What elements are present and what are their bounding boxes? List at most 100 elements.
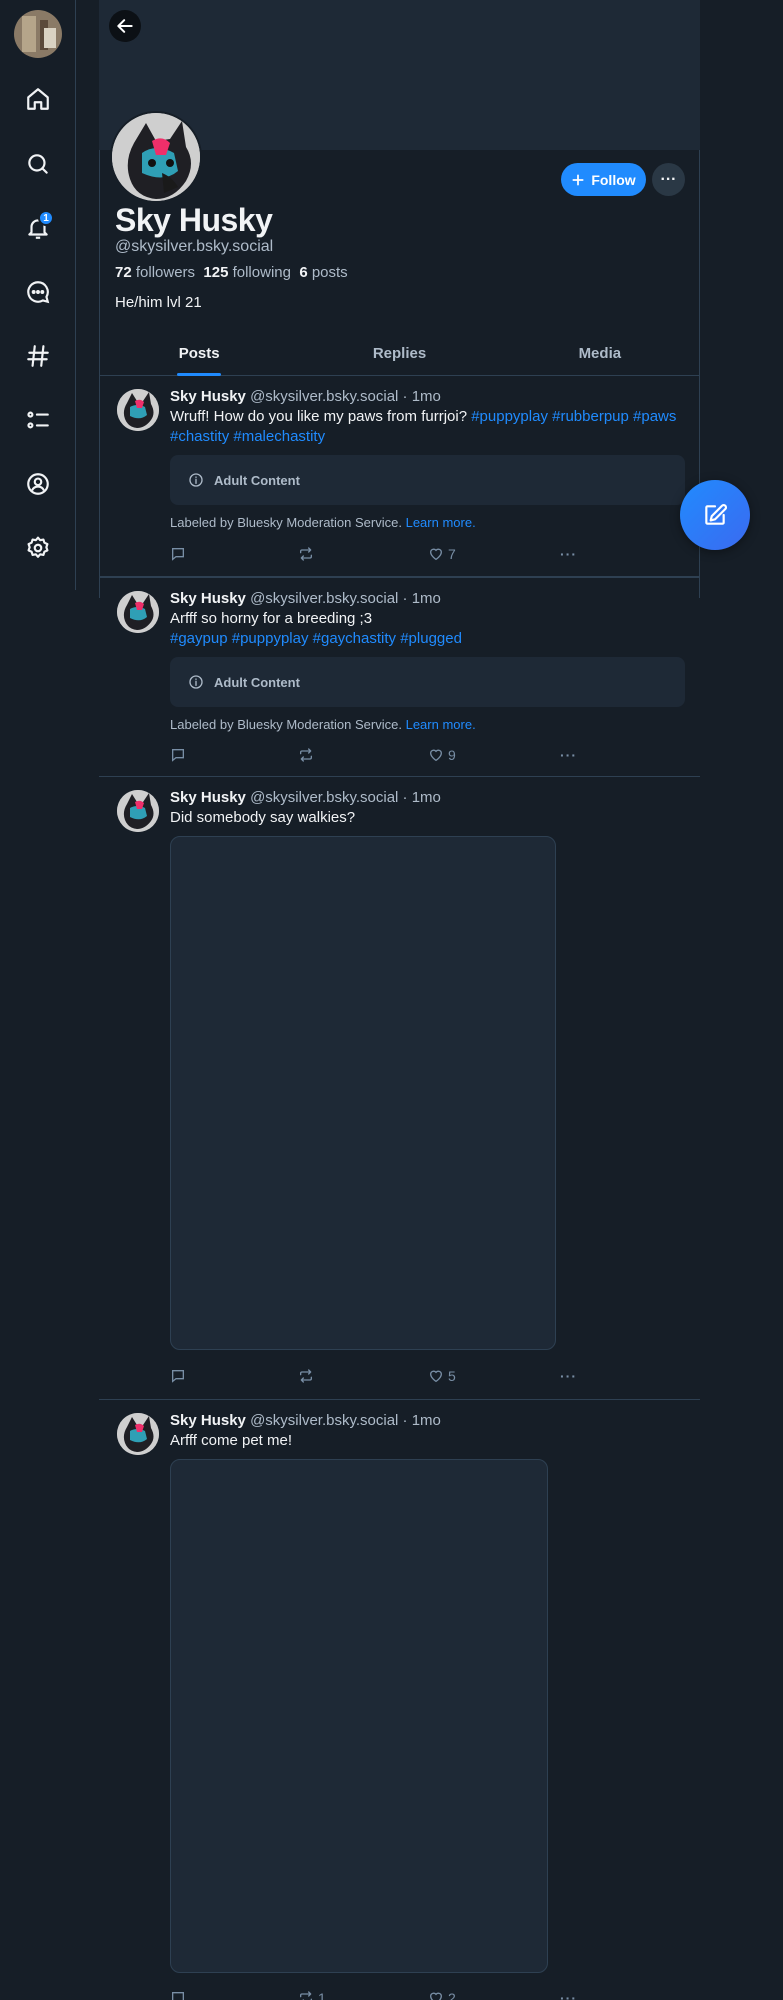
settings-gear-icon[interactable]	[20, 530, 56, 566]
post-text: Arfff come pet me!	[170, 1432, 292, 1449]
post-more-button[interactable]: ···	[560, 1990, 577, 2000]
hashtag-link[interactable]: #gaypup	[170, 630, 228, 647]
reply-icon	[172, 1370, 184, 1383]
followers-stat[interactable]: 72 followers	[115, 264, 195, 281]
current-user-avatar[interactable]	[14, 10, 62, 58]
post-author-avatar[interactable]	[117, 1413, 159, 1455]
post-author-name[interactable]: Sky Husky	[170, 590, 246, 607]
moderation-label-text: Labeled by Bluesky Moderation Service.	[170, 717, 402, 732]
learn-more-link[interactable]: Learn more.	[406, 717, 476, 732]
like-button[interactable]: 2	[428, 1990, 456, 2000]
follow-button-label: Follow	[591, 171, 636, 188]
reply-icon	[172, 548, 184, 561]
post-author-name[interactable]: Sky Husky	[170, 388, 246, 405]
moderation-label-note: Labeled by Bluesky Moderation Service. L…	[170, 717, 685, 732]
reply-icon	[172, 1992, 184, 2000]
like-count: 2	[448, 1990, 456, 2000]
post-author-name[interactable]: Sky Husky	[170, 1412, 246, 1429]
post-text: Wruff! How do you like my paws from furr…	[170, 407, 685, 447]
post-header: Sky Husky @skysilver.bsky.social · 1mo	[170, 1412, 685, 1429]
post-author-avatar[interactable]	[117, 389, 159, 431]
repost-button[interactable]: 1	[298, 1990, 326, 2000]
heart-icon	[429, 1992, 443, 2000]
notifications-icon[interactable]: 1	[20, 210, 56, 246]
post-header: Sky Husky @skysilver.bsky.social · 1mo	[170, 590, 685, 607]
reply-button[interactable]	[170, 1368, 186, 1384]
tab-posts[interactable]: Posts	[99, 332, 299, 375]
adult-content-warning[interactable]: Adult Content	[170, 455, 685, 505]
compose-post-button[interactable]	[680, 480, 750, 550]
hashtag-link[interactable]: #puppyplay	[471, 408, 548, 425]
following-stat[interactable]: 125 following	[203, 264, 291, 281]
feed-post[interactable]: Sky Husky @skysilver.bsky.social · 1mo D…	[99, 777, 700, 1400]
search-icon[interactable]	[20, 146, 56, 182]
posts-stat: 6 posts	[299, 264, 348, 281]
chat-icon[interactable]	[20, 274, 56, 310]
hashtag-link[interactable]: #gaychastity	[313, 630, 396, 647]
profile-display-name: Sky Husky	[115, 202, 273, 238]
repost-count: 1	[318, 1990, 326, 2000]
repost-icon	[300, 748, 312, 762]
follow-button[interactable]: Follow	[561, 163, 646, 196]
post-header: Sky Husky @skysilver.bsky.social · 1mo	[170, 388, 685, 405]
notification-badge: 1	[38, 210, 54, 226]
post-image[interactable]	[170, 836, 556, 1350]
learn-more-link[interactable]: Learn more.	[406, 515, 476, 530]
profile-tabs: Posts Replies Media	[99, 332, 700, 376]
info-icon	[189, 473, 203, 487]
tab-replies[interactable]: Replies	[299, 332, 499, 375]
post-image[interactable]	[170, 1459, 548, 1973]
profile-avatar[interactable]	[110, 111, 202, 203]
moderation-label-text: Labeled by Bluesky Moderation Service.	[170, 515, 402, 530]
profile-more-options-button[interactable]: ···	[652, 163, 685, 196]
adult-content-warning[interactable]: Adult Content	[170, 657, 685, 707]
lists-icon[interactable]	[20, 402, 56, 438]
moderation-label-note: Labeled by Bluesky Moderation Service. L…	[170, 515, 685, 530]
reply-button[interactable]	[170, 747, 186, 763]
hashtag-link[interactable]: #puppyplay	[232, 630, 309, 647]
post-more-button[interactable]: ···	[560, 546, 577, 562]
like-button[interactable]: 9	[428, 747, 456, 763]
repost-button[interactable]	[298, 546, 314, 562]
like-button[interactable]: 5	[428, 1368, 456, 1384]
repost-icon	[300, 1369, 312, 1383]
repost-button[interactable]	[298, 1368, 314, 1384]
hashtag-link[interactable]: #plugged	[400, 630, 462, 647]
post-header: Sky Husky @skysilver.bsky.social · 1mo	[170, 789, 685, 806]
info-icon	[189, 675, 203, 689]
feed-post[interactable]: Sky Husky @skysilver.bsky.social · 1mo A…	[99, 577, 700, 777]
post-actions: 5 ···	[170, 1366, 590, 1386]
hashtag-link[interactable]: #malechastity	[233, 428, 325, 445]
plus-icon	[572, 173, 584, 186]
reply-button[interactable]	[170, 1990, 186, 2000]
hashtag-link[interactable]: #chastity	[170, 428, 229, 445]
post-handle-time: @skysilver.bsky.social · 1mo	[250, 789, 441, 806]
like-button[interactable]: 7	[428, 546, 456, 562]
reply-button[interactable]	[170, 546, 186, 562]
warning-label: Adult Content	[214, 674, 300, 690]
post-author-avatar[interactable]	[117, 591, 159, 633]
like-count: 7	[448, 546, 456, 562]
post-author-name[interactable]: Sky Husky	[170, 789, 246, 806]
hashtag-link[interactable]: #rubberpup	[552, 408, 629, 425]
post-handle-time: @skysilver.bsky.social · 1mo	[250, 590, 441, 607]
back-arrow-icon[interactable]	[109, 10, 141, 42]
repost-button[interactable]	[298, 747, 314, 763]
post-actions: 1 2 ···	[170, 1988, 590, 2000]
post-body: Sky Husky @skysilver.bsky.social · 1mo W…	[170, 388, 685, 530]
feed-post[interactable]: Sky Husky @skysilver.bsky.social · 1mo W…	[99, 376, 700, 577]
like-count: 5	[448, 1368, 456, 1384]
warning-label: Adult Content	[214, 472, 300, 488]
repost-icon	[300, 1991, 312, 2000]
tab-media[interactable]: Media	[500, 332, 700, 375]
home-icon[interactable]	[20, 81, 56, 117]
hashtag-link[interactable]: #paws	[633, 408, 676, 425]
profile-icon[interactable]	[20, 466, 56, 502]
post-more-button[interactable]: ···	[560, 1368, 577, 1384]
ellipsis-icon: ···	[560, 1368, 577, 1384]
post-more-button[interactable]: ···	[560, 747, 577, 763]
feeds-hashtag-icon[interactable]	[20, 338, 56, 374]
ellipsis-icon: ···	[560, 546, 577, 562]
post-author-avatar[interactable]	[117, 790, 159, 832]
feed-post[interactable]: Sky Husky @skysilver.bsky.social · 1mo A…	[99, 1400, 700, 2000]
